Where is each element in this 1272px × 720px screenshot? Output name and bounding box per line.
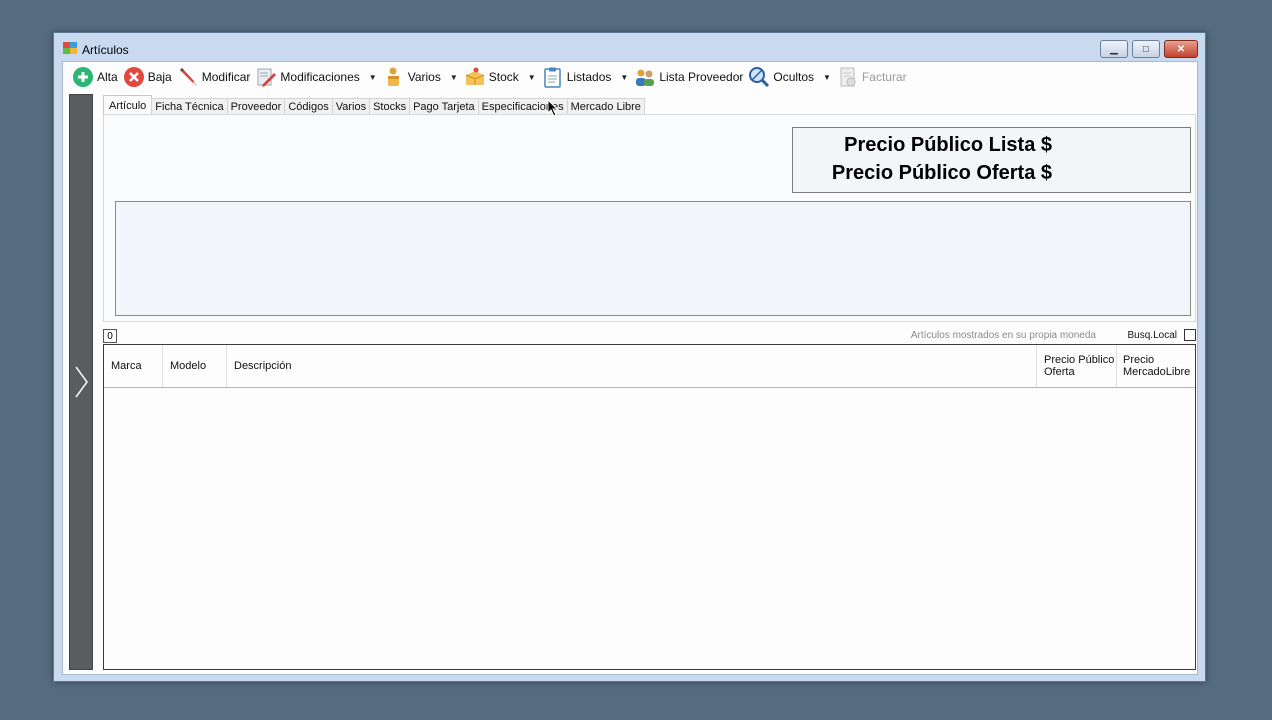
column-precio-publico-oferta[interactable]: Precio Público Oferta	[1037, 345, 1117, 387]
modificar-label: Modificar	[201, 70, 251, 84]
window-title: Artículos	[82, 43, 129, 57]
tab-stocks[interactable]: Stocks	[369, 98, 411, 115]
baja-button[interactable]: Baja	[121, 65, 175, 89]
add-circle-icon	[72, 66, 94, 88]
description-box[interactable]	[115, 201, 1191, 316]
stock-label: Stock	[488, 70, 519, 84]
close-icon: ✕	[1176, 43, 1186, 55]
grid-header: Marca Modelo Descripción Precio Público …	[104, 345, 1195, 388]
precio-lista-label: Precio Público Lista $	[844, 134, 1052, 156]
tab-mercado-libre[interactable]: Mercado Libre	[566, 98, 645, 115]
busq-local-label: Busq.Local	[1127, 330, 1177, 341]
close-button[interactable]: ✕	[1164, 40, 1198, 58]
dropdown-arrow-icon[interactable]: ▼	[620, 73, 628, 82]
app-icon	[63, 42, 77, 54]
tab-strip: Artículo Ficha Técnica Proveedor Códigos…	[103, 95, 645, 115]
varios-menu[interactable]: Varios ▼	[381, 65, 462, 89]
tab-ficha-tecnica[interactable]: Ficha Técnica	[151, 98, 228, 115]
users-icon	[634, 66, 656, 88]
maximize-button[interactable]: □	[1132, 40, 1160, 58]
baja-label: Baja	[147, 70, 172, 84]
articulos-window: Artículos ▁ □ ✕ Alta Baja Modificar Modi…	[53, 32, 1206, 682]
lista-proveedor-label: Lista Proveedor	[659, 70, 744, 84]
tab-varios[interactable]: Varios	[331, 98, 371, 115]
title-bar[interactable]: Artículos ▁ □ ✕	[54, 33, 1205, 61]
tab-codigos[interactable]: Códigos	[284, 98, 333, 115]
box-icon	[464, 66, 486, 88]
toolbar: Alta Baja Modificar Modificaciones ▼ Var…	[63, 62, 1197, 92]
facturar-label: Facturar	[861, 70, 907, 84]
edit-document-icon	[255, 66, 277, 88]
chevron-right-icon	[75, 366, 88, 398]
mouse-cursor-icon	[547, 99, 559, 117]
busq-local-checkbox[interactable]	[1184, 329, 1196, 341]
listados-label: Listados	[566, 70, 612, 84]
client-area: Alta Baja Modificar Modificaciones ▼ Var…	[62, 61, 1198, 675]
lista-proveedor-button[interactable]: Lista Proveedor	[632, 65, 746, 89]
misc-items-icon	[383, 66, 405, 88]
ocultos-menu[interactable]: Ocultos ▼	[746, 65, 835, 89]
tab-proveedor[interactable]: Proveedor	[226, 98, 286, 115]
articulo-tab-page: Precio Público Lista $ Precio Público Of…	[103, 114, 1196, 322]
minimize-button[interactable]: ▁	[1100, 40, 1128, 58]
articles-grid[interactable]: Marca Modelo Descripción Precio Público …	[103, 344, 1196, 670]
maximize-icon: □	[1142, 43, 1150, 55]
minimize-icon: ▁	[1110, 43, 1118, 55]
tab-articulo[interactable]: Artículo	[103, 95, 153, 115]
alta-button[interactable]: Alta	[70, 65, 121, 89]
dropdown-arrow-icon[interactable]: ▼	[823, 73, 831, 82]
dropdown-arrow-icon[interactable]: ▼	[369, 73, 377, 82]
varios-label: Varios	[407, 70, 441, 84]
tab-pago-tarjeta[interactable]: Pago Tarjeta	[409, 98, 479, 115]
dropdown-arrow-icon[interactable]: ▼	[528, 73, 536, 82]
delete-circle-icon	[123, 66, 145, 88]
invoice-icon	[837, 66, 859, 88]
currency-note: Artículos mostrados en su propia moneda	[910, 330, 1096, 341]
facturar-button[interactable]: Facturar	[835, 65, 910, 89]
clipboard-icon	[542, 66, 564, 88]
dropdown-arrow-icon[interactable]: ▼	[450, 73, 458, 82]
column-precio-mercadolibre[interactable]: Precio MercadoLibre	[1117, 345, 1195, 387]
hidden-search-icon	[748, 66, 770, 88]
stock-menu[interactable]: Stock ▼	[462, 65, 540, 89]
column-modelo[interactable]: Modelo	[163, 345, 227, 387]
price-panel: Precio Público Lista $ Precio Público Of…	[792, 127, 1191, 193]
precio-oferta-label: Precio Público Oferta $	[831, 162, 1052, 184]
alta-label: Alta	[97, 70, 118, 84]
modificaciones-menu[interactable]: Modificaciones ▼	[253, 65, 380, 89]
modificaciones-label: Modificaciones	[280, 70, 360, 84]
pencil-icon	[177, 66, 199, 88]
sidebar-expand-toggle[interactable]	[69, 94, 93, 670]
status-strip: 0 Artículos mostrados en su propia moned…	[103, 326, 1196, 343]
column-marca[interactable]: Marca	[104, 345, 163, 387]
listados-menu[interactable]: Listados ▼	[540, 65, 633, 89]
ocultos-label: Ocultos	[773, 70, 815, 84]
modificar-button[interactable]: Modificar	[175, 65, 254, 89]
column-descripcion[interactable]: Descripción	[227, 345, 1037, 387]
record-count: 0	[103, 329, 117, 343]
